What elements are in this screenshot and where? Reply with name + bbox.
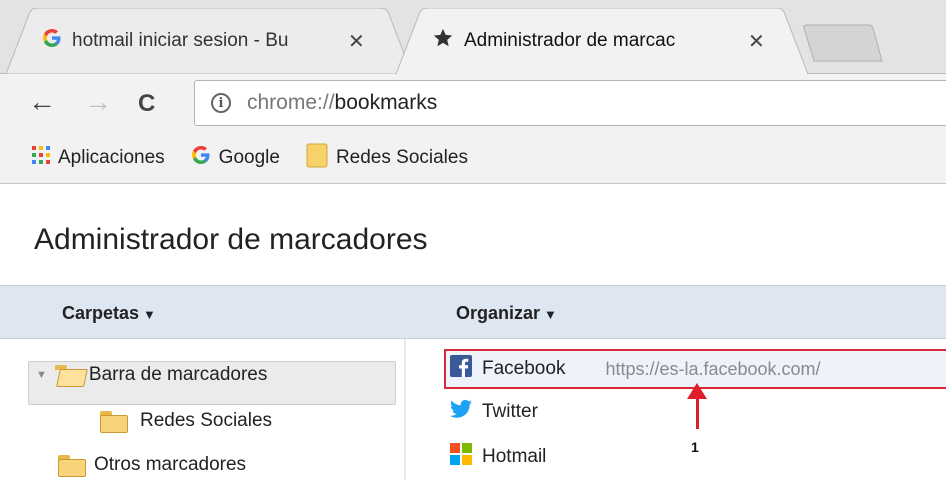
google-icon [191, 145, 211, 171]
address-bar[interactable]: i chrome://bookmarks [194, 80, 946, 126]
bookmark-row-twitter[interactable]: Twitter [450, 399, 538, 425]
folders-menu-label: Carpetas [62, 303, 140, 323]
tab-close-icon[interactable]: ✕ [348, 29, 365, 54]
forward-button[interactable]: → [84, 87, 112, 117]
twitter-icon [450, 399, 472, 425]
tab-title: Administrador de marcac [464, 30, 676, 51]
folder-icon [100, 411, 130, 433]
bookmark-row-hotmail[interactable]: Hotmail [450, 443, 546, 471]
browser-toolbar: ← → C i chrome://bookmarks [0, 74, 946, 132]
folder-icon [58, 455, 88, 477]
reload-button[interactable]: C [138, 89, 155, 119]
folder-open-icon [54, 365, 85, 385]
bookmark-row-facebook[interactable]: Facebook https://es-la.facebook.com/ [450, 355, 821, 383]
tree-item-redes-sociales[interactable]: Redes Sociales [100, 407, 272, 435]
apps-grid-icon [32, 145, 50, 170]
bookmark-title: Hotmail [482, 446, 547, 467]
page-title: Administrador de marcadores [34, 223, 428, 256]
bookmark-label: Redes Sociales [335, 146, 468, 168]
url-host: bookmarks [334, 91, 438, 114]
folder-icon [306, 142, 328, 174]
menu-header-band: Carpetas ▼ Organizar ▼ [0, 285, 946, 339]
tree-item-label: Otros marcadores [94, 454, 247, 475]
tab-title: hotmail iniciar sesion - Bu [72, 30, 289, 51]
tab-hotmail[interactable]: hotmail iniciar sesion - Bu ✕ [6, 8, 412, 74]
tree-item-otros-marcadores[interactable]: Otros marcadores [58, 451, 246, 479]
bookmark-list: Facebook https://es-la.facebook.com/ Twi… [406, 339, 946, 480]
caret-down-icon: ▼ [544, 307, 557, 322]
folders-menu-button[interactable]: Carpetas ▼ [62, 303, 156, 324]
bookmarks-bar: Aplicaciones Google Redes Sociales [0, 132, 946, 184]
bookmark-aplicaciones[interactable]: Aplicaciones [32, 145, 165, 170]
bookmark-title: Facebook [482, 358, 566, 379]
annotation-number: 1 [691, 439, 699, 455]
organize-menu-button[interactable]: Organizar ▼ [456, 303, 557, 324]
info-icon[interactable]: i [211, 93, 231, 113]
tab-close-icon[interactable]: ✕ [748, 29, 765, 54]
folder-tree: ▼ Barra de marcadores Redes Sociales Otr… [0, 339, 404, 480]
star-icon [432, 27, 454, 55]
windows-icon [450, 443, 472, 471]
url-scheme: chrome:// [247, 91, 335, 114]
tree-item-label: Barra de marcadores [88, 364, 268, 385]
organize-menu-label: Organizar [456, 303, 541, 323]
facebook-icon [450, 355, 472, 383]
tree-item-label: Redes Sociales [140, 410, 273, 431]
new-tab-button[interactable] [800, 24, 884, 62]
google-icon [42, 28, 62, 54]
back-button[interactable]: ← [28, 87, 56, 117]
caret-down-icon: ▼ [143, 307, 156, 322]
bookmarks-manager-page: Administrador de marcadores Carpetas ▼ Or… [0, 185, 946, 480]
expander-icon[interactable]: ▼ [36, 369, 47, 381]
bookmark-google[interactable]: Google [191, 145, 280, 171]
tab-bookmarks-manager[interactable]: Administrador de marcac ✕ [396, 8, 808, 74]
bookmark-title: Twitter [482, 401, 538, 422]
bookmark-label: Aplicaciones [58, 146, 165, 168]
tree-item-barra-de-marcadores[interactable]: ▼ Barra de marcadores [36, 361, 267, 389]
bookmark-url: https://es-la.facebook.com/ [605, 358, 821, 379]
bookmark-label: Google [218, 146, 280, 168]
tab-strip: hotmail iniciar sesion - Bu ✕ Administra… [0, 0, 946, 74]
annotation-arrow-icon [696, 391, 699, 429]
bookmark-folder-redes-sociales[interactable]: Redes Sociales [306, 142, 468, 174]
